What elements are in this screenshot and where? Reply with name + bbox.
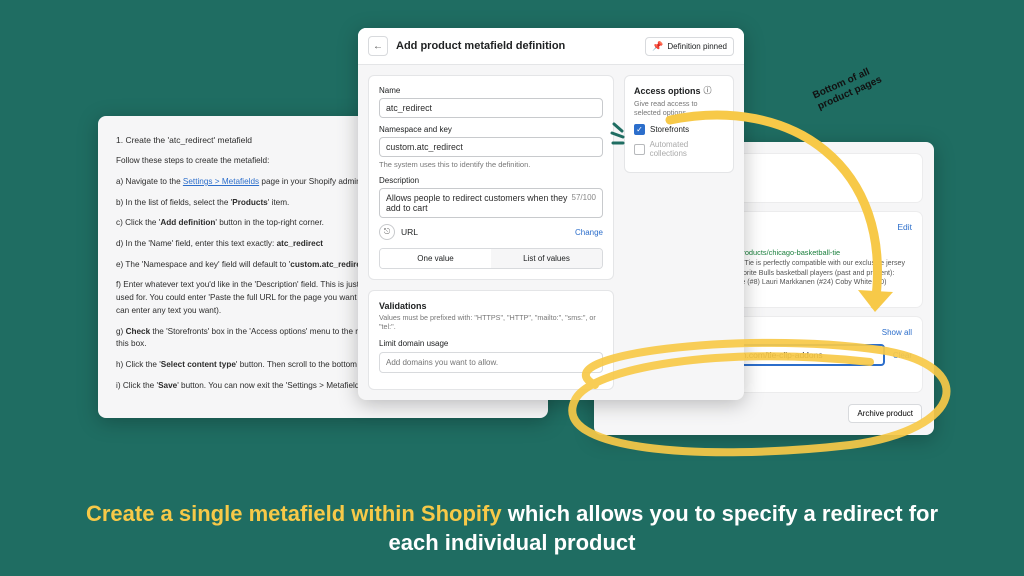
limit-domain-input[interactable] (379, 352, 603, 373)
metafield-definition-panel: ← Add product metafield definition 📌 Def… (358, 28, 744, 400)
namespace-help: The system uses this to identify the def… (379, 160, 603, 169)
archive-product-button[interactable]: Archive product (848, 404, 922, 423)
storefronts-label: Storefronts (650, 125, 689, 134)
headline: Create a single metafield within Shopify… (0, 499, 1024, 558)
validations-card: Validations Values must be prefixed with… (368, 290, 614, 390)
description-counter: 57/100 (572, 193, 596, 213)
pin-label: Definition pinned (667, 42, 727, 51)
storefronts-option[interactable]: ✓ Storefronts (634, 124, 724, 135)
segment-one-value[interactable]: One value (380, 249, 491, 268)
validations-help: Values must be prefixed with: "HTTPS", "… (379, 313, 603, 331)
segment-list-values[interactable]: List of values (491, 249, 602, 268)
sel-edit-button[interactable]: Edit (897, 222, 912, 232)
panel-header: ← Add product metafield definition 📌 Def… (358, 28, 744, 65)
definition-pinned-button[interactable]: 📌 Definition pinned (645, 37, 734, 56)
namespace-input[interactable] (379, 137, 603, 157)
automated-collections-checkbox[interactable] (634, 144, 645, 155)
access-options-help: Give read access to selected options. (634, 99, 724, 117)
content-type-label: URL (401, 227, 418, 237)
panel-title: Add product metafield definition (396, 40, 645, 52)
headline-gold: Create a single metafield within Shopify (86, 501, 502, 526)
pin-icon: 📌 (652, 41, 663, 52)
url-type-icon: ⎋ (379, 224, 395, 240)
definition-fields-card: Name Namespace and key The system uses t… (368, 75, 614, 280)
namespace-label: Namespace and key (379, 125, 603, 134)
automated-collections-option[interactable]: Automated collections (634, 140, 724, 158)
name-input[interactable] (379, 98, 603, 118)
settings-metafields-link[interactable]: Settings > Metafields (183, 177, 259, 186)
back-button[interactable]: ← (368, 36, 388, 56)
automated-collections-label: Automated collections (650, 140, 724, 158)
name-label: Name (379, 86, 603, 95)
arrow-label: Bottom of all product pages (811, 55, 903, 113)
access-options-title: Access options ⓘ (634, 85, 724, 96)
metafield-clear-button[interactable]: Clear (893, 351, 912, 360)
value-mode-segment[interactable]: One value List of values (379, 248, 603, 269)
info-icon: ⓘ (704, 85, 712, 96)
validations-title: Validations (379, 301, 603, 311)
description-label: Description (379, 176, 603, 185)
change-type-button[interactable]: Change (575, 228, 603, 237)
storefronts-checkbox[interactable]: ✓ (634, 124, 645, 135)
limit-domain-label: Limit domain usage (379, 339, 603, 348)
description-input[interactable]: Allows people to redirect customers when… (379, 188, 603, 218)
access-options-card: Access options ⓘ Give read access to sel… (624, 75, 734, 173)
metafields-show-all[interactable]: Show all (882, 328, 912, 337)
